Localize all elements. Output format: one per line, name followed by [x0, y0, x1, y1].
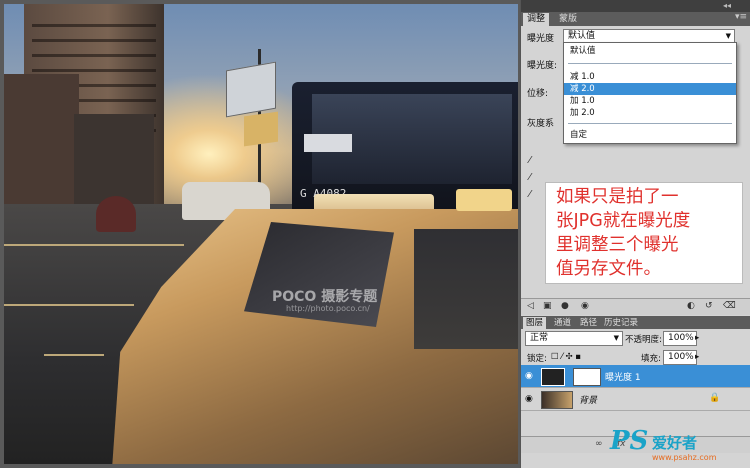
adjustment-thumb-icon: [541, 368, 565, 386]
logo-url: www.psahz.com: [652, 453, 717, 462]
preview-icon[interactable]: ◐: [687, 301, 695, 311]
link-icon[interactable]: ∞: [595, 439, 603, 449]
layers-tabs: 图层 通道 路径 历史记录: [521, 316, 750, 329]
annotation-box: 如果只是拍了一 张JPG就在曝光度 里调整三个曝光 值另存文件。: [545, 182, 743, 284]
photo-image[interactable]: G A4082 POCO 摄影专题 http://photo.poco.cn/: [4, 4, 518, 464]
fill-arrow-icon[interactable]: ▸: [695, 352, 709, 362]
back-icon[interactable]: ◁: [527, 301, 534, 311]
tab-layers[interactable]: 图层: [523, 317, 547, 329]
layer-row[interactable]: ◉ 曝光度 1: [521, 365, 750, 388]
annotation-line: 值另存文件。: [556, 259, 661, 279]
layer-thumb: [541, 391, 573, 409]
billboard-small: [244, 111, 278, 147]
panel-menu-icon[interactable]: ▾≡: [735, 12, 747, 22]
dd-item-minus2[interactable]: 减 2.0: [564, 83, 736, 95]
opacity-input[interactable]: 100%: [663, 331, 697, 346]
eyedropper-black-icon[interactable]: ⁄: [529, 155, 531, 166]
fill-input[interactable]: 100%: [663, 350, 697, 365]
gamma-label: 灰度系: [527, 119, 555, 129]
billboard: [226, 61, 276, 118]
logo-cn: 爱好者: [652, 434, 698, 452]
site-logo: PS 爱好者 www.psahz.com: [610, 426, 750, 468]
dd-item-minus1[interactable]: 减 1.0: [564, 71, 736, 83]
fill-value: 100%: [668, 352, 694, 362]
reset-icon[interactable]: ↺: [705, 301, 713, 311]
preset-value: 默认值: [568, 31, 596, 41]
layer-name[interactable]: 背景: [579, 393, 597, 406]
dd-item-plus1[interactable]: 加 1.0: [564, 95, 736, 107]
blend-mode-value: 正常: [530, 333, 549, 343]
layer-row[interactable]: ◉ 背景 🔒: [521, 388, 750, 411]
tab-masks[interactable]: 蒙版: [555, 13, 581, 26]
exposure-field-label: 曝光度:: [527, 61, 558, 71]
photo-watermark: POCO 摄影专题: [272, 289, 378, 305]
logo-ps: PS: [610, 426, 649, 456]
adjust-tabs: 调整 蒙版 ▾≡: [521, 12, 750, 26]
panel-titlebar: ◂◂: [521, 0, 750, 12]
adjust-toolbar: ◁ ▣ ● ◉ ◐ ↺ ⌫: [521, 298, 750, 315]
mask-thumb: [573, 368, 601, 386]
clip-icon[interactable]: ●: [561, 301, 569, 311]
visibility-icon[interactable]: ◉: [581, 301, 589, 311]
document-canvas[interactable]: G A4082 POCO 摄影专题 http://photo.poco.cn/: [0, 0, 520, 468]
motorcycle: [96, 196, 136, 232]
preset-dropdown: 默认值 减 1.0 减 2.0 加 1.0 加 2.0 自定: [563, 42, 737, 144]
dd-item-default[interactable]: 默认值: [564, 45, 736, 57]
dd-item-custom[interactable]: 自定: [564, 129, 736, 141]
exposure-label: 曝光度: [527, 34, 555, 44]
eyedropper-white-icon[interactable]: ⁄: [529, 189, 531, 200]
blend-mode-select[interactable]: 正常 ▼: [525, 331, 623, 346]
eyedropper-gray-icon[interactable]: ⁄: [529, 172, 531, 183]
opacity-value: 100%: [668, 333, 694, 343]
taxi-sign: [456, 189, 512, 211]
taxi-door-window: [414, 229, 518, 349]
photo-watermark-url: http://photo.poco.cn/: [286, 304, 370, 313]
offset-label: 位移:: [527, 89, 549, 99]
annotation-line: 里调整三个曝光: [556, 235, 679, 255]
trash-icon[interactable]: ⌫: [723, 301, 736, 311]
lock-icons[interactable]: ☐ ⁄ ✣ ▪: [551, 352, 601, 362]
bus-sign: [304, 134, 352, 152]
collapse-icon[interactable]: ◂◂: [723, 1, 731, 10]
eye-icon[interactable]: ◉: [525, 394, 533, 404]
opacity-arrow-icon[interactable]: ▸: [695, 333, 709, 343]
expand-icon[interactable]: ▣: [543, 301, 552, 311]
tab-history[interactable]: 历史记录: [601, 317, 641, 329]
dd-item-plus2[interactable]: 加 2.0: [564, 107, 736, 119]
tab-adjustments[interactable]: 调整: [523, 13, 550, 26]
eye-icon[interactable]: ◉: [525, 371, 533, 381]
lock-icon: 🔒: [709, 393, 721, 403]
chevron-down-icon: ▼: [613, 334, 619, 342]
tab-channels[interactable]: 通道: [551, 317, 574, 329]
annotation-line: 张JPG就在曝光度: [556, 211, 691, 231]
layer-name[interactable]: 曝光度 1: [605, 370, 641, 383]
building-left: [4, 74, 79, 214]
annotation-line: 如果只是拍了一: [556, 187, 679, 207]
tab-paths[interactable]: 路径: [577, 317, 600, 329]
